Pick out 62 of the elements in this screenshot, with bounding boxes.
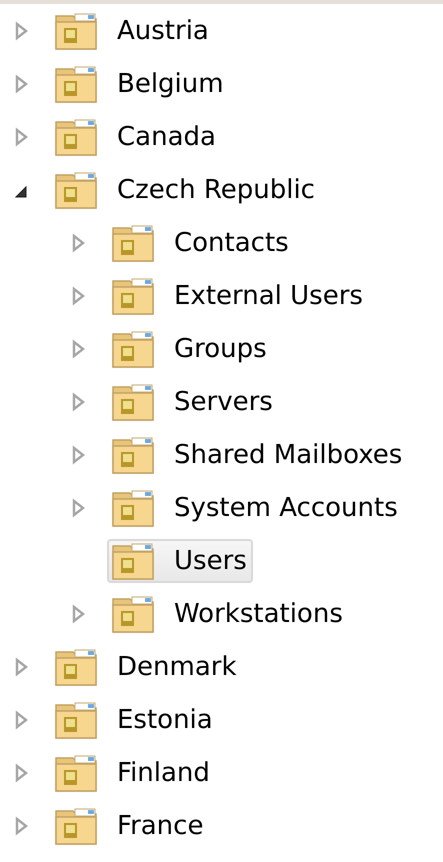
collapsed-arrow-icon[interactable] [14,72,28,94]
collapsed-arrow-icon[interactable] [71,444,85,466]
folder-icon [55,170,97,208]
collapsed-arrow-icon[interactable] [71,496,85,518]
folder-icon [112,542,154,580]
tree-item[interactable]: Finland [50,750,216,794]
tree-item-label: System Accounts [174,492,398,522]
tree-item-label: External Users [174,280,363,310]
tree-item-label: Workstations [174,598,343,628]
tree-item-label: Finland [117,758,210,788]
tree-item[interactable]: Shared Mailboxes [107,432,408,476]
tree-item-label: Servers [174,386,273,416]
tree-item-label: Shared Mailboxes [174,440,402,470]
folder-icon [55,754,97,792]
tree-item-label: Austria [117,16,209,46]
collapsed-arrow-icon[interactable] [14,126,28,148]
tree-item[interactable]: Canada [50,114,222,158]
tree-item[interactable]: Czech Republic [50,168,321,212]
tree-item[interactable]: System Accounts [107,486,404,530]
tree-item[interactable]: External Users [107,274,369,318]
folder-icon [55,12,97,50]
collapsed-arrow-icon[interactable] [14,814,28,836]
tree-item-label: France [117,810,204,840]
collapsed-arrow-icon[interactable] [14,20,28,42]
tree-item[interactable]: France [50,804,210,848]
collapsed-arrow-icon[interactable] [14,656,28,678]
tree-item[interactable]: Contacts [107,220,295,264]
folder-icon [55,648,97,686]
tree-item-label: Czech Republic [117,174,315,204]
tree-item-label: Belgium [117,68,224,98]
tree-item-label: Estonia [117,704,213,734]
folder-icon [55,806,97,844]
collapsed-arrow-icon[interactable] [71,284,85,306]
tree-item-label: Contacts [174,228,289,258]
folder-icon [112,382,154,420]
tree-item[interactable]: Servers [107,380,279,424]
tree-item[interactable]: Denmark [50,644,243,688]
folder-icon [112,330,154,368]
tree-item[interactable]: Groups [107,326,273,370]
folder-icon [55,64,97,102]
tree-item-label: Groups [174,334,267,364]
folder-icon [112,488,154,526]
tree-item[interactable]: Workstations [107,592,349,636]
tree-item[interactable]: Estonia [50,698,219,742]
tree-item-label: Canada [117,122,216,152]
collapsed-arrow-icon[interactable] [71,232,85,254]
folder-icon [55,118,97,156]
folder-icon [112,594,154,632]
collapsed-arrow-icon[interactable] [14,708,28,730]
tree-item-label: Denmark [117,652,237,682]
folder-icon [112,276,154,314]
tree-item[interactable]: Austria [50,8,215,52]
collapsed-arrow-icon[interactable] [71,390,85,412]
collapsed-arrow-icon[interactable] [14,762,28,784]
folder-icon [112,436,154,474]
collapsed-arrow-icon[interactable] [71,602,85,624]
folder-icon [55,700,97,738]
collapsed-arrow-icon[interactable] [71,338,85,360]
tree-item[interactable]: Users [107,538,253,582]
tree-item-label: Users [174,546,247,576]
tree-item[interactable]: Belgium [50,62,230,106]
folder-icon [112,224,154,262]
